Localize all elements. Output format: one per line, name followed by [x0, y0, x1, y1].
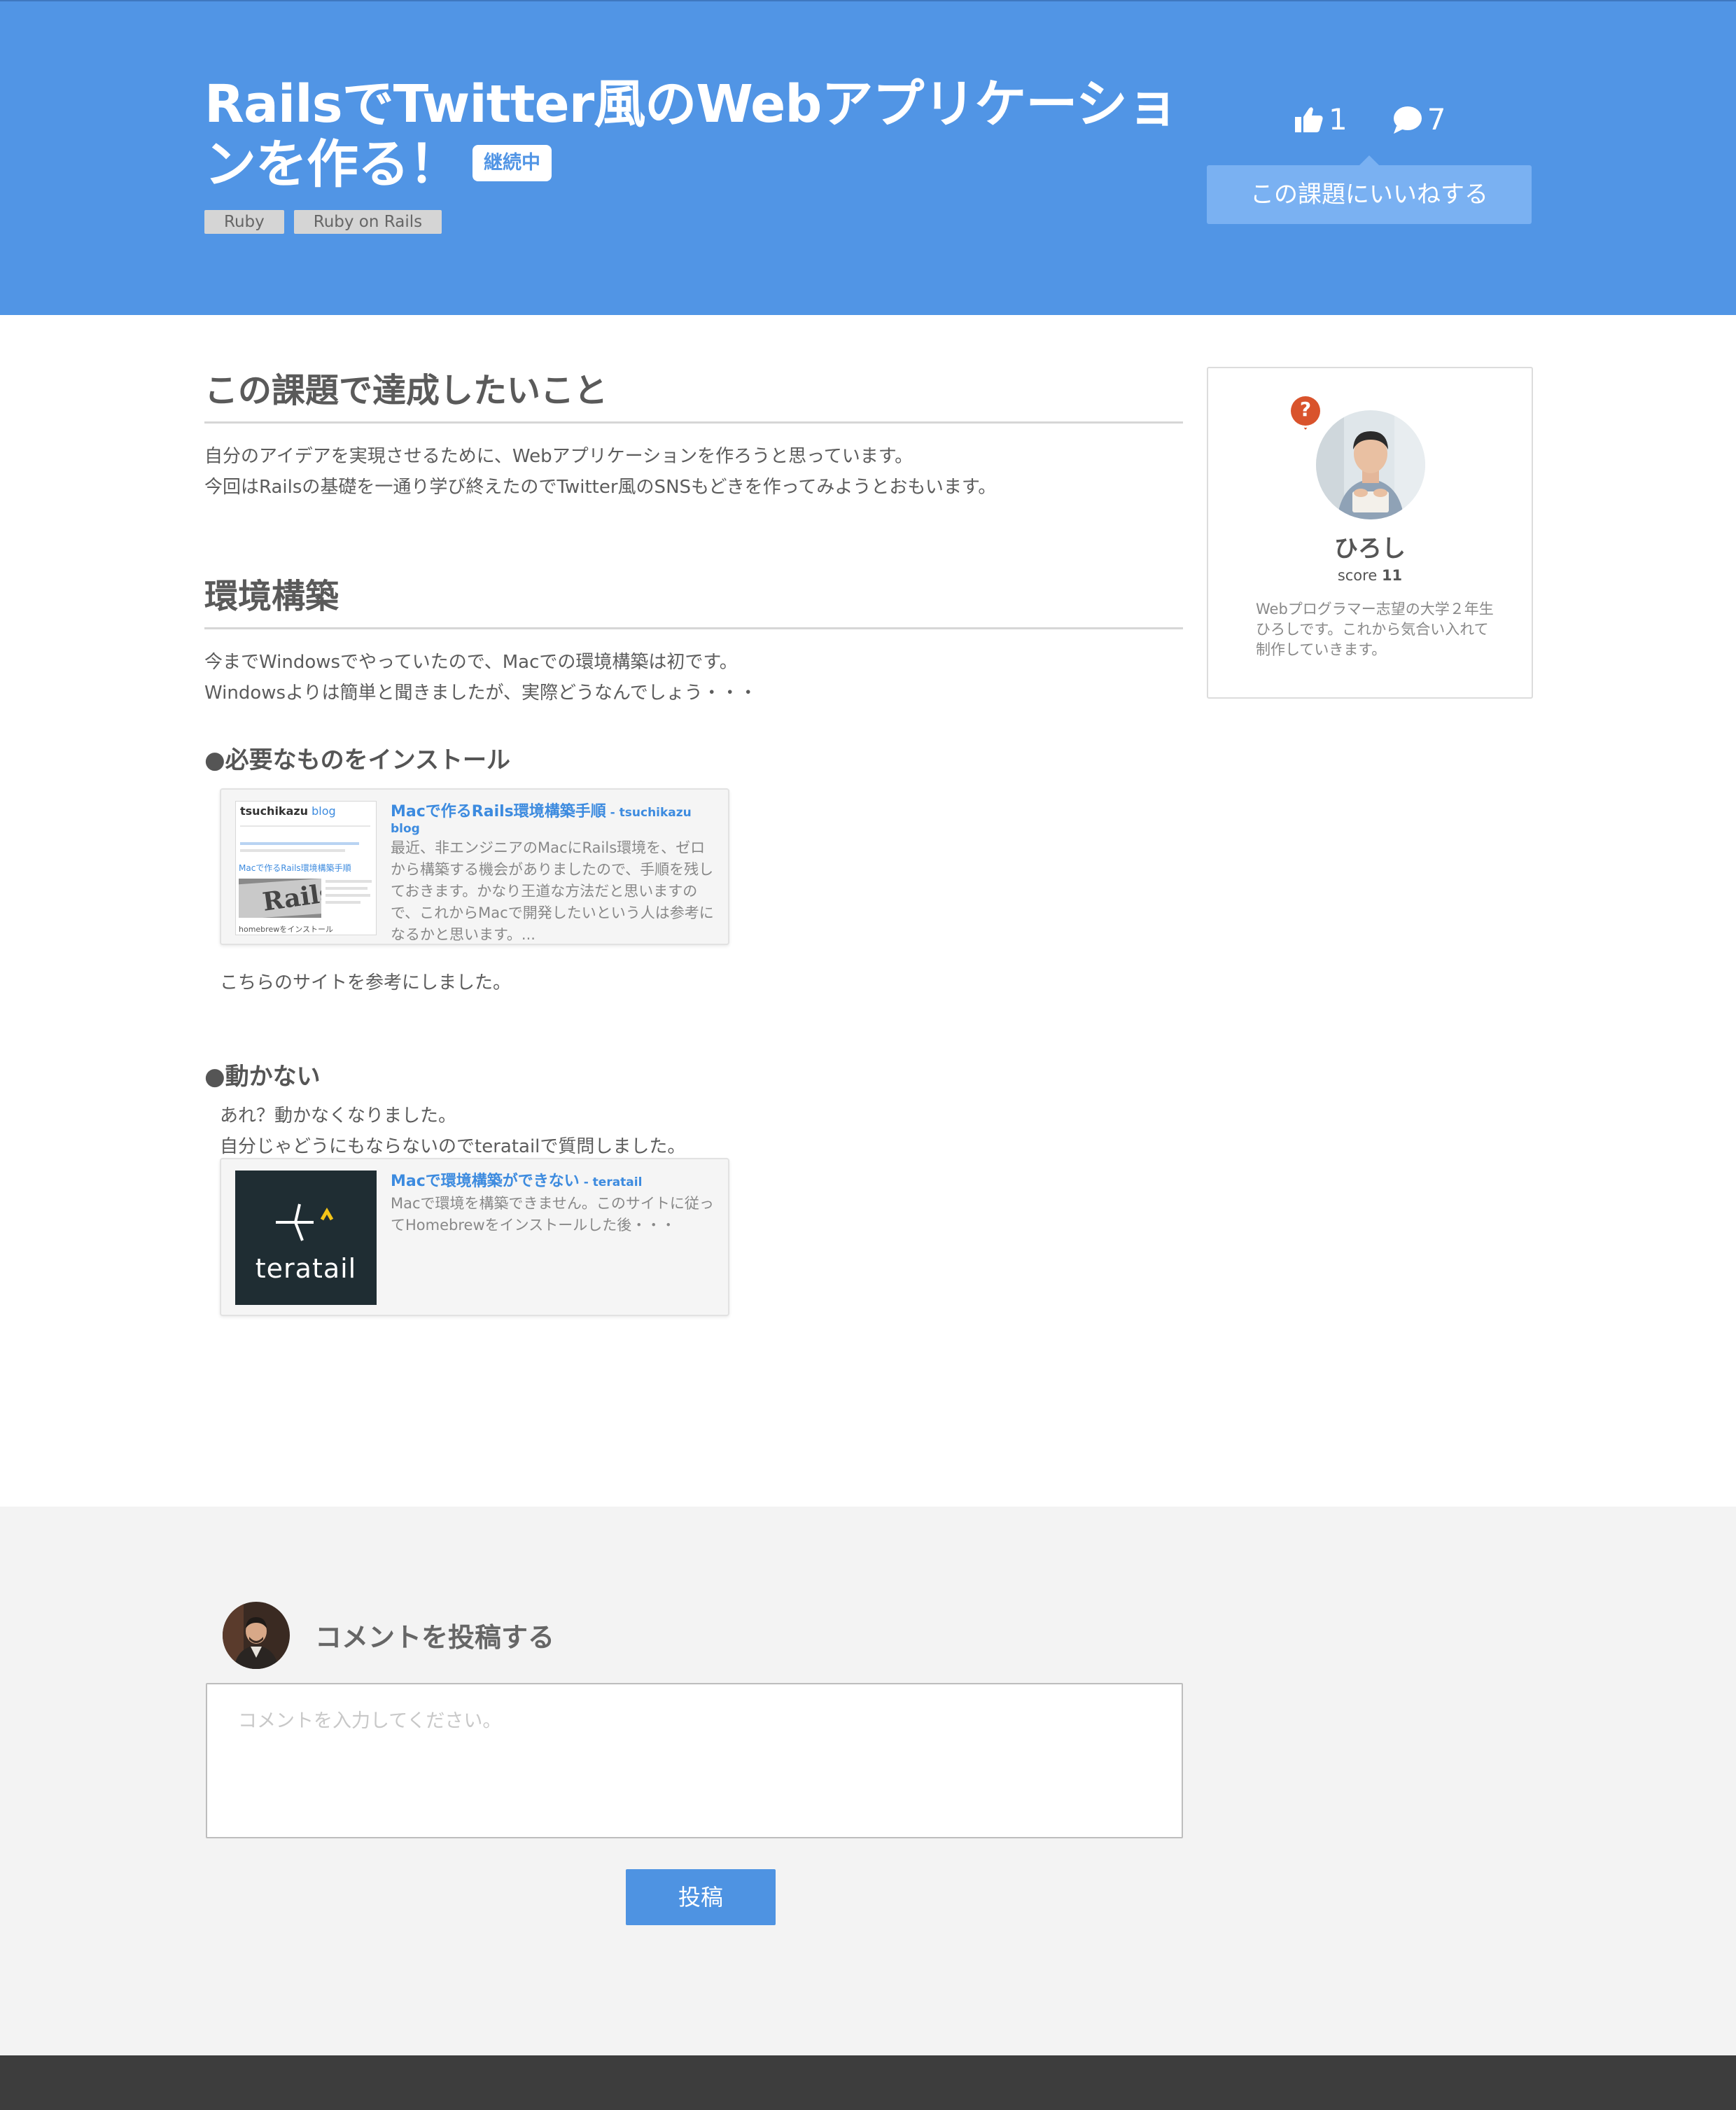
thumb-heading: Macで作るRails環境構築手順	[239, 863, 351, 873]
goal-line-2: 今回はRailsの基礎を一通り学び終えたのでTwitter風のSNSもどきを作っ…	[204, 477, 997, 498]
thumbs-up-icon	[1295, 106, 1323, 132]
author-name[interactable]: ひろし	[1208, 529, 1532, 564]
teratail-logo: teratail	[235, 1171, 377, 1305]
card-title[interactable]: Macで作るRails環境構築手順	[391, 803, 606, 820]
card-description: 最近、非エンジニアのMacにRails環境を、ゼロから構築する機会がありましたの…	[391, 839, 714, 943]
comment-heading: コメントを投稿する	[315, 1622, 555, 1653]
stats: 1 7	[1294, 102, 1446, 137]
status-badge: 継続中	[472, 145, 552, 182]
thumb-brand: tsuchikazu blog	[240, 804, 336, 818]
link-card-teratail[interactable]: teratail Macで環境構築ができない - teratail Macで環境…	[220, 1158, 729, 1316]
card-title-line[interactable]: Macで環境構築ができない - teratail	[391, 1172, 720, 1192]
tag-list: Ruby Ruby on Rails	[204, 210, 442, 234]
score-value: 11	[1381, 567, 1403, 584]
env-heading: 環境構築	[204, 575, 1183, 629]
card-text: Macで作るRails環境構築手順 - tsuchikazu blog 最近、非…	[391, 802, 720, 946]
install-subheading: ●必要なものをインストール	[204, 746, 510, 774]
person-photo-icon	[223, 1602, 290, 1669]
site-thumbnail: tsuchikazu blog Macで作るRails環境構築手順 Rails …	[235, 801, 377, 935]
tag-ruby[interactable]: Ruby	[204, 210, 284, 234]
env-line-1: 今までWindowsでやっていたので、Macでの環境構築は初です。	[204, 652, 738, 673]
like-count: 1	[1329, 102, 1348, 137]
env-line-2: Windowsよりは簡単と聞きましたが、実際どうなんでしょう・・・	[204, 683, 757, 704]
commenter-avatar	[223, 1602, 290, 1669]
score-label: score	[1337, 567, 1378, 584]
speech-bubble-icon	[1393, 106, 1422, 134]
page-title: RailsでTwitter風のWebアプリケーションを作る！ 継続中	[204, 74, 1184, 195]
page-header: RailsでTwitter風のWebアプリケーションを作る！ 継続中 Ruby R…	[0, 0, 1736, 315]
like-task-button[interactable]: この課題にいいねする	[1207, 155, 1532, 224]
like-stat: 1	[1294, 102, 1348, 137]
thumb-photo: Rails	[239, 879, 321, 918]
question-badge: ?	[1285, 392, 1326, 433]
page-footer	[0, 2055, 1736, 2110]
post-comment-button[interactable]: 投稿	[626, 1869, 776, 1925]
tag-ruby-on-rails[interactable]: Ruby on Rails	[293, 210, 442, 234]
broken-subheading: ●動かない	[204, 1063, 321, 1091]
broken-line-1: あれ？動かなくなりました。	[220, 1105, 457, 1126]
card-description: Macで環境を構築できません。このサイトに従ってHomebrewをインストールし…	[391, 1195, 714, 1234]
teratail-mark-icon	[276, 1203, 334, 1241]
comment-section: コメントを投稿する 投稿	[0, 1507, 1736, 2055]
author-score: score 11	[1208, 567, 1532, 584]
comment-input[interactable]	[206, 1683, 1183, 1838]
question-badge-mark: ?	[1299, 398, 1312, 421]
thumb-footer: homebrewをインストール	[239, 925, 333, 934]
person-photo-icon	[1316, 410, 1425, 519]
card-title[interactable]: Macで環境構築ができない	[391, 1173, 580, 1190]
card-source: - teratail	[579, 1175, 643, 1189]
goal-line-1: 自分のアイデアを実現させるために、Webアプリケーションを作ろうと思っています。	[204, 446, 913, 467]
author-bio: Webプログラマー志望の大学２年生ひろしです。これから気合い入れて制作していきま…	[1256, 601, 1494, 658]
goal-heading: この課題で達成したいこと	[204, 370, 1183, 424]
title-text: RailsでTwitter風のWebアプリケーションを作る！	[204, 74, 1179, 195]
install-note: こちらのサイトを参考にしました。	[220, 972, 512, 993]
card-text: Macで環境構築ができない - teratail Macで環境を構築できません。…	[391, 1172, 720, 1236]
author-avatar[interactable]	[1316, 410, 1425, 519]
teratail-logo-text: teratail	[255, 1253, 357, 1284]
comment-count: 7	[1427, 102, 1446, 137]
comment-stat: 7	[1391, 102, 1446, 137]
card-title-line[interactable]: Macで作るRails環境構築手順 - tsuchikazu blog	[391, 802, 720, 836]
author-profile-card: ? ひろし score 11 Webプログラマー志望の大学２年生ひろしです。これ…	[1207, 367, 1533, 699]
link-card-tsuchikazu[interactable]: tsuchikazu blog Macで作るRails環境構築手順 Rails …	[220, 788, 729, 945]
